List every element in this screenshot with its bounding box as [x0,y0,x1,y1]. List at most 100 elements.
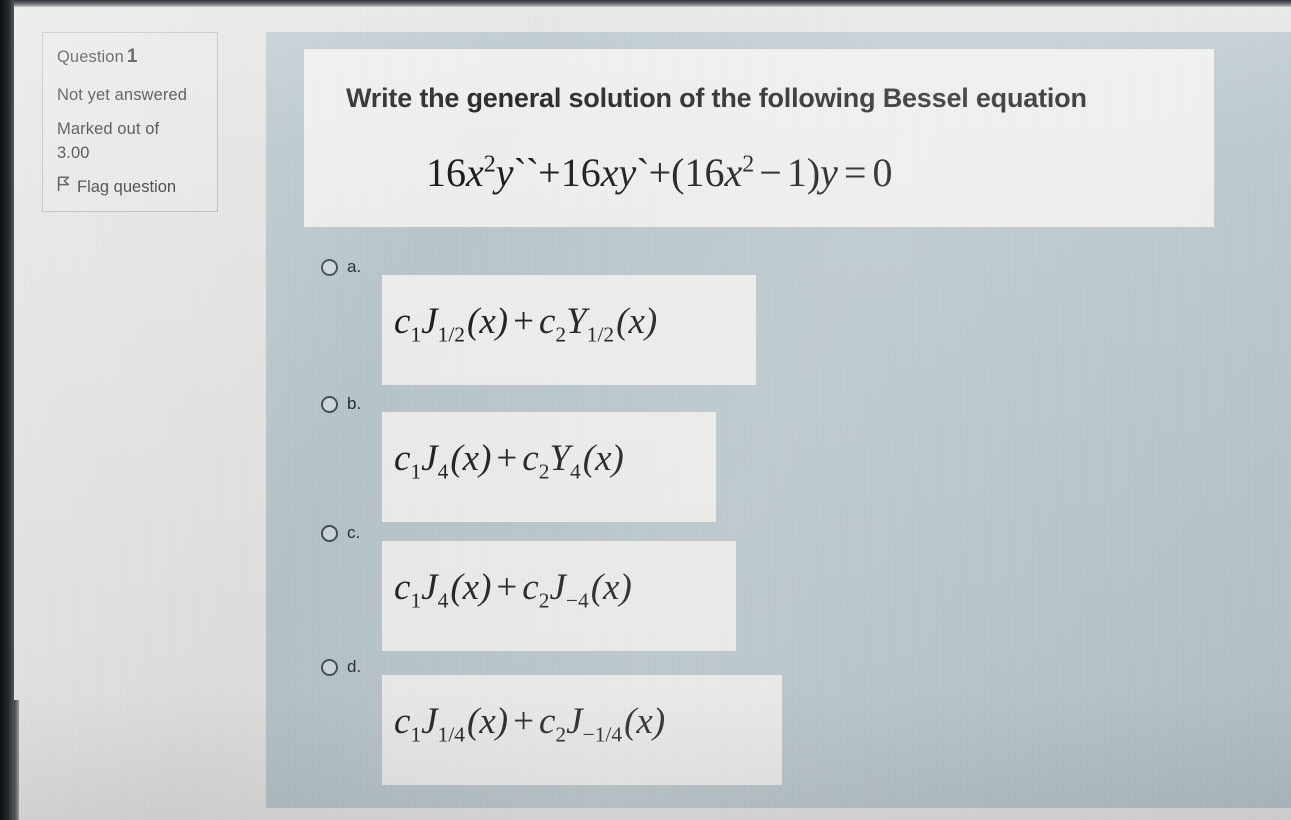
eq-coef-1: 16 [426,150,466,195]
opt-d-fn1: J [421,701,438,742]
eq-paren-close: ) [806,150,821,195]
radio-button-c[interactable] [321,524,338,542]
opt-b-c1: c [394,438,411,479]
opt-a-c1-sub: 1 [410,322,422,347]
option-a-equation: c1J1/2(x) + c2Y1/2(x) [394,300,657,347]
eq-coef-2: 16 [560,150,601,195]
eq-zero: 0 [872,150,893,195]
photo-frame: Question 1 Not yet answered Marked out of… [0,0,1291,820]
eq-y-3: y [820,150,838,195]
photo-top-edge [0,0,1291,7]
marked-out-of: Marked out of 3.00 [57,118,205,166]
opt-a-c2-sub: 2 [555,322,567,347]
option-a-radio-group[interactable]: a. [321,257,361,277]
option-c-equation: c1J4(x) + c2J−4(x) [394,566,632,613]
opt-b-fn1-sub: 4 [437,459,449,484]
eq-paren-open: ( [671,150,685,195]
eq-x-3-exp: 2 [742,151,755,178]
opt-b-fn2-sub: 4 [570,459,581,484]
eq-y-1: y [495,150,514,195]
opt-d-arg1: (x) [467,701,509,742]
option-d-radio-group[interactable]: d. [321,657,361,677]
eq-y-2: y [618,150,637,195]
screen-area: Question 1 Not yet answered Marked out of… [14,6,1291,820]
radio-button-b[interactable] [321,395,338,413]
option-b-radio-group[interactable]: b. [321,394,361,414]
opt-a-fn2-sub: 1/2 [586,322,615,347]
radio-button-a[interactable] [321,258,338,276]
option-b-equation: c1J4(x) + c2Y4(x) [394,437,624,484]
opt-c-arg1: (x) [450,567,492,608]
opt-b-arg1: (x) [450,438,492,479]
eq-plus-2: + [648,150,672,195]
eq-y-1-primes: `` [513,150,540,195]
photo-left-edge-lower [14,700,19,820]
opt-c-c2: c [522,567,539,608]
opt-b-fn1: J [421,438,438,479]
question-equation: 16x2y``+16xy`+(16x2−1)y = 0 [426,149,892,196]
opt-a-arg1: (x) [467,301,509,342]
radio-button-d[interactable] [321,658,338,676]
option-c-letter: c. [347,523,361,542]
eq-minus: − [759,150,782,195]
question-number-row: Question 1 [57,43,205,71]
option-a-letter: a. [347,257,362,276]
eq-one: 1 [786,150,807,195]
question-number: 1 [126,46,138,67]
flag-question-label: Flag question [77,177,177,196]
option-c-radio-group[interactable]: c. [321,523,360,543]
marked-out-of-value: 3.00 [57,144,90,163]
opt-d-fn1-sub: 1/4 [437,722,466,747]
question-status: Not yet answered [57,85,187,104]
opt-a-fn1-sub: 1/2 [437,322,466,347]
opt-d-arg2: (x) [624,701,666,742]
opt-a-plus: + [513,301,534,342]
opt-c-fn2: J [549,567,566,608]
opt-b-c2: c [522,438,539,479]
opt-c-fn2-sub: −4 [565,588,589,613]
eq-x-1: x [466,150,484,195]
opt-d-c2: c [538,701,556,742]
eq-plus-1: + [538,150,561,195]
opt-b-arg2: (x) [582,438,624,479]
opt-a-c1: c [394,301,411,342]
opt-a-fn2: Y [566,301,587,342]
opt-b-fn2: Y [549,438,571,479]
opt-c-plus: + [496,567,518,608]
option-d-equation: c1J1/4(x) + c2J−1/4(x) [394,700,665,747]
eq-x-2: x [600,150,619,195]
question-stem-text: Write the general solution of the follow… [346,83,1087,113]
opt-d-c2-sub: 2 [555,722,567,747]
opt-b-c1-sub: 1 [410,459,422,484]
opt-d-c1: c [394,701,411,742]
eq-x-3: x [724,150,743,195]
eq-y-2-primes: ` [636,150,649,195]
flag-question-button[interactable]: Flag question [57,176,205,197]
opt-c-c1: c [394,567,411,608]
opt-c-fn1: J [421,567,438,608]
opt-b-plus: + [496,438,518,479]
question-content-panel: Write the general solution of the follow… [266,32,1291,808]
opt-a-arg2: (x) [616,301,658,342]
question-info-box: Question 1 Not yet answered Marked out of… [42,32,218,213]
eq-coef-3: 16 [684,150,725,195]
opt-a-c2: c [538,301,556,342]
opt-d-plus: + [513,701,534,742]
opt-c-arg2: (x) [590,567,632,608]
question-label: Question [57,48,124,66]
eq-x-1-exp: 2 [483,151,496,178]
quiz-page: Question 1 Not yet answered Marked out of… [14,6,1291,820]
flag-icon [57,176,70,197]
photo-left-edge [0,0,14,820]
eq-equals: = [843,150,867,195]
opt-d-fn2-sub: −1/4 [582,722,623,747]
opt-c-fn1-sub: 4 [437,588,449,613]
opt-d-fn2: J [566,701,583,742]
question-stem-block: Write the general solution of the follow… [304,49,1214,227]
option-b-letter: b. [347,394,362,413]
marked-out-of-label: Marked out of [57,120,160,139]
opt-c-c1-sub: 1 [410,588,422,613]
opt-c-c2-sub: 2 [538,588,550,613]
opt-a-fn1: J [421,301,438,342]
opt-d-c1-sub: 1 [410,722,422,747]
